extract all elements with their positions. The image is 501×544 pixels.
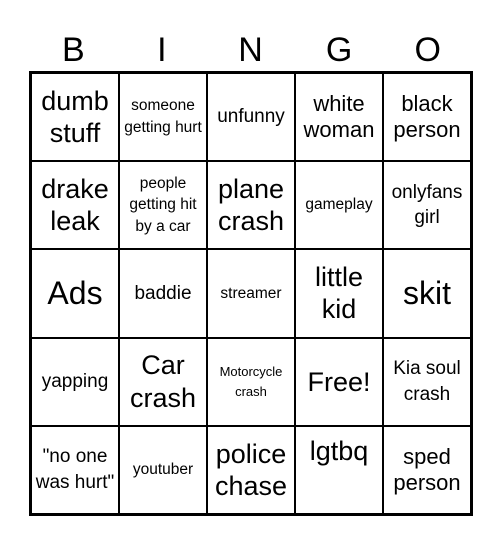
cell-text: Kia soul crash [393,358,461,405]
cell-text: gameplay [305,196,373,214]
cell-text: Free! [307,366,371,397]
bingo-header: B I N G O [29,30,473,70]
bingo-cell[interactable]: lgtbq [295,425,383,514]
cell-text: onlyfans girl [391,181,463,229]
cell-text: Car crash [129,350,197,413]
header-letter-n: N [238,31,263,69]
bingo-cell[interactable]: plane crash [207,161,295,250]
cell-text: "no one was hurt" [35,446,115,493]
cell-text: skit [403,274,451,311]
bingo-cell[interactable]: drake leak [31,161,119,250]
bingo-cell[interactable]: police chase [207,425,295,514]
bingo-cell[interactable]: black person [383,73,471,162]
bingo-card-grid: dumb stuff someone getting hurt unfunny … [29,71,473,516]
cell-text: black person [393,90,461,143]
cell-text: dumb stuff [41,85,109,149]
cell-text: someone getting hurt [124,97,202,137]
cell-text: Motorcycle crash [219,364,283,399]
cell-text: plane crash [217,173,285,237]
bingo-cell[interactable]: Car crash [119,337,207,426]
header-letter-b: B [61,31,85,69]
cell-text: streamer [220,284,282,302]
header-letter-g: G [325,31,353,69]
bingo-cell[interactable]: streamer [207,249,295,338]
cell-text: lgtbq [309,435,369,466]
cell-text: police chase [214,438,288,501]
bingo-cell[interactable]: Motorcycle crash [207,337,295,426]
cell-text: youtuber [132,461,194,479]
bingo-cell[interactable]: baddie [119,249,207,338]
header-letter-i: I [157,31,167,69]
header-letter-o: O [414,31,441,69]
cell-text: baddie [134,282,192,304]
cell-text: sped person [393,443,461,495]
cell-text: little kid [314,262,363,325]
bingo-cell[interactable]: someone getting hurt [119,73,207,162]
bingo-cell[interactable]: onlyfans girl [383,161,471,250]
bingo-cell[interactable]: dumb stuff [31,73,119,162]
cell-text: Ads [47,274,103,311]
bingo-cell[interactable]: Kia soul crash [383,337,471,426]
bingo-cell-free[interactable]: Free! [295,337,383,426]
bingo-cell[interactable]: people getting hit by a car [119,161,207,250]
cell-text: yapping [41,370,109,392]
bingo-cell[interactable]: youtuber [119,425,207,514]
bingo-cell[interactable]: skit [383,249,471,338]
cell-text: white woman [303,90,375,143]
bingo-cell[interactable]: unfunny [207,73,295,162]
bingo-cell[interactable]: gameplay [295,161,383,250]
bingo-cell[interactable]: little kid [295,249,383,338]
bingo-cell[interactable]: white woman [295,73,383,162]
bingo-cell[interactable]: sped person [383,425,471,514]
bingo-cell[interactable]: yapping [31,337,119,426]
cell-text: people getting hit by a car [129,174,197,236]
bingo-cell[interactable]: "no one was hurt" [31,425,119,514]
cell-text: drake leak [41,173,109,237]
cell-text: unfunny [217,106,285,128]
bingo-cell[interactable]: Ads [31,249,119,338]
